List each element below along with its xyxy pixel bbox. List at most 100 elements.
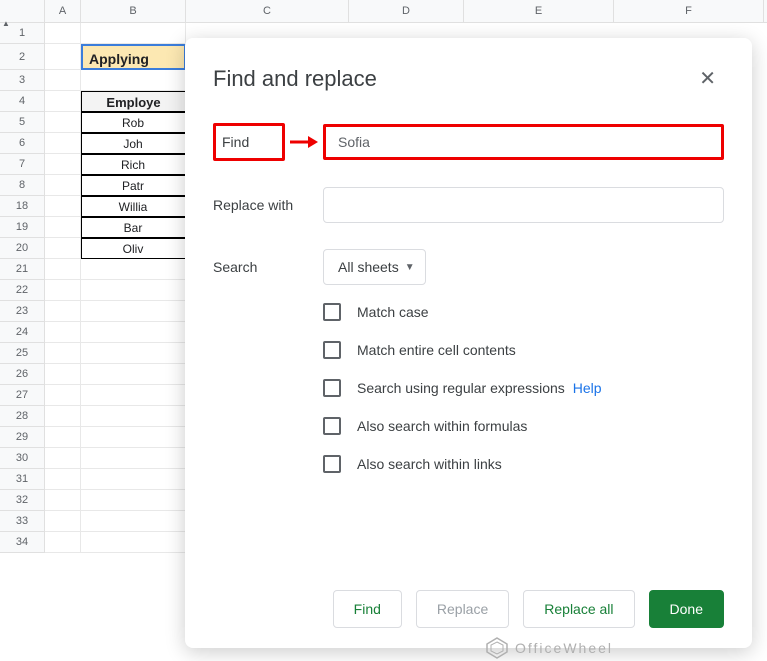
row-header[interactable]: 18	[0, 196, 45, 217]
cell[interactable]	[81, 343, 186, 364]
data-cell[interactable]: Willia	[81, 196, 186, 217]
cell[interactable]	[45, 343, 81, 364]
cell[interactable]	[45, 427, 81, 448]
close-button[interactable]: ✕	[691, 62, 724, 95]
cell[interactable]	[81, 427, 186, 448]
col-header-F[interactable]: F	[614, 0, 764, 22]
replace-input[interactable]	[323, 187, 724, 223]
col-header-D[interactable]: D	[349, 0, 464, 22]
cell[interactable]	[81, 259, 186, 280]
data-cell[interactable]: Rob	[81, 112, 186, 133]
cell[interactable]	[45, 91, 81, 112]
row-header[interactable]: 22	[0, 280, 45, 301]
col-header-B[interactable]: B	[81, 0, 186, 22]
data-cell[interactable]: Bar	[81, 217, 186, 238]
replace-label: Replace with	[213, 197, 323, 213]
cell[interactable]	[81, 406, 186, 427]
cell[interactable]	[81, 532, 186, 553]
row-header[interactable]: 26	[0, 364, 45, 385]
cell[interactable]	[81, 469, 186, 490]
col-header-E[interactable]: E	[464, 0, 614, 22]
regex-help-link[interactable]: Help	[573, 380, 602, 396]
row-header[interactable]: 2	[0, 44, 45, 70]
match-entire-checkbox[interactable]	[323, 341, 341, 359]
arrow-right-icon	[290, 135, 318, 149]
col-header-C[interactable]: C	[186, 0, 349, 22]
cell[interactable]	[81, 280, 186, 301]
cell[interactable]	[45, 112, 81, 133]
row-header[interactable]: 7	[0, 154, 45, 175]
cell[interactable]	[81, 70, 186, 91]
hidden-rows-up-icon[interactable]: ▲	[2, 19, 10, 28]
row-header[interactable]: 3	[0, 70, 45, 91]
data-cell[interactable]: Joh	[81, 133, 186, 154]
row-header[interactable]: 19	[0, 217, 45, 238]
replace-button[interactable]: Replace	[416, 590, 509, 628]
row-header[interactable]: 34	[0, 532, 45, 553]
cell[interactable]	[45, 70, 81, 91]
cell[interactable]	[45, 448, 81, 469]
cell[interactable]	[45, 469, 81, 490]
replace-all-button[interactable]: Replace all	[523, 590, 634, 628]
cell[interactable]	[81, 322, 186, 343]
table-header[interactable]: Employe	[81, 91, 186, 112]
match-case-checkbox[interactable]	[323, 303, 341, 321]
chevron-down-icon: ▼	[405, 262, 415, 273]
cell[interactable]	[45, 196, 81, 217]
row-header[interactable]: 27	[0, 385, 45, 406]
done-button[interactable]: Done	[649, 590, 724, 628]
row-header[interactable]: 4	[0, 91, 45, 112]
row-header[interactable]: 30	[0, 448, 45, 469]
cell[interactable]	[45, 406, 81, 427]
regex-checkbox[interactable]	[323, 379, 341, 397]
row-header[interactable]: 29	[0, 427, 45, 448]
cell[interactable]	[81, 364, 186, 385]
cell[interactable]	[45, 490, 81, 511]
column-headers: A B C D E F	[0, 0, 767, 23]
title-cell[interactable]: Applying	[81, 44, 186, 70]
cell[interactable]	[45, 238, 81, 259]
row-header[interactable]: 31	[0, 469, 45, 490]
cell[interactable]	[45, 301, 81, 322]
sheet-rows: 1 2Applying 3 4Employe 5Rob 6Joh 7Rich 8…	[0, 23, 186, 553]
cell[interactable]	[45, 532, 81, 553]
cell[interactable]	[81, 301, 186, 322]
col-header-A[interactable]: A	[45, 0, 81, 22]
cell[interactable]	[81, 385, 186, 406]
row-header[interactable]: 28	[0, 406, 45, 427]
links-checkbox[interactable]	[323, 455, 341, 473]
cell[interactable]	[81, 490, 186, 511]
row-header[interactable]: 6	[0, 133, 45, 154]
cell[interactable]	[45, 385, 81, 406]
cell[interactable]	[45, 154, 81, 175]
cell[interactable]	[45, 44, 81, 70]
row-header[interactable]: 25	[0, 343, 45, 364]
row-header[interactable]: 24	[0, 322, 45, 343]
cell[interactable]	[45, 322, 81, 343]
formulas-checkbox[interactable]	[323, 417, 341, 435]
row-header[interactable]: 20	[0, 238, 45, 259]
cell[interactable]	[45, 23, 81, 44]
cell[interactable]	[45, 511, 81, 532]
data-cell[interactable]: Rich	[81, 154, 186, 175]
cell[interactable]	[45, 133, 81, 154]
cell[interactable]	[45, 280, 81, 301]
find-button[interactable]: Find	[333, 590, 402, 628]
cell[interactable]	[45, 217, 81, 238]
cell[interactable]	[45, 259, 81, 280]
data-cell[interactable]: Patr	[81, 175, 186, 196]
row-header[interactable]: 8	[0, 175, 45, 196]
row-header[interactable]: 23	[0, 301, 45, 322]
row-header[interactable]: 33	[0, 511, 45, 532]
cell[interactable]	[81, 511, 186, 532]
row-header[interactable]: 21	[0, 259, 45, 280]
cell[interactable]	[81, 23, 186, 44]
find-input[interactable]	[323, 124, 724, 160]
cell[interactable]	[45, 364, 81, 385]
search-scope-dropdown[interactable]: All sheets ▼	[323, 249, 426, 285]
row-header[interactable]: 5	[0, 112, 45, 133]
cell[interactable]	[81, 448, 186, 469]
row-header[interactable]: 32	[0, 490, 45, 511]
cell[interactable]	[45, 175, 81, 196]
data-cell[interactable]: Oliv	[81, 238, 186, 259]
